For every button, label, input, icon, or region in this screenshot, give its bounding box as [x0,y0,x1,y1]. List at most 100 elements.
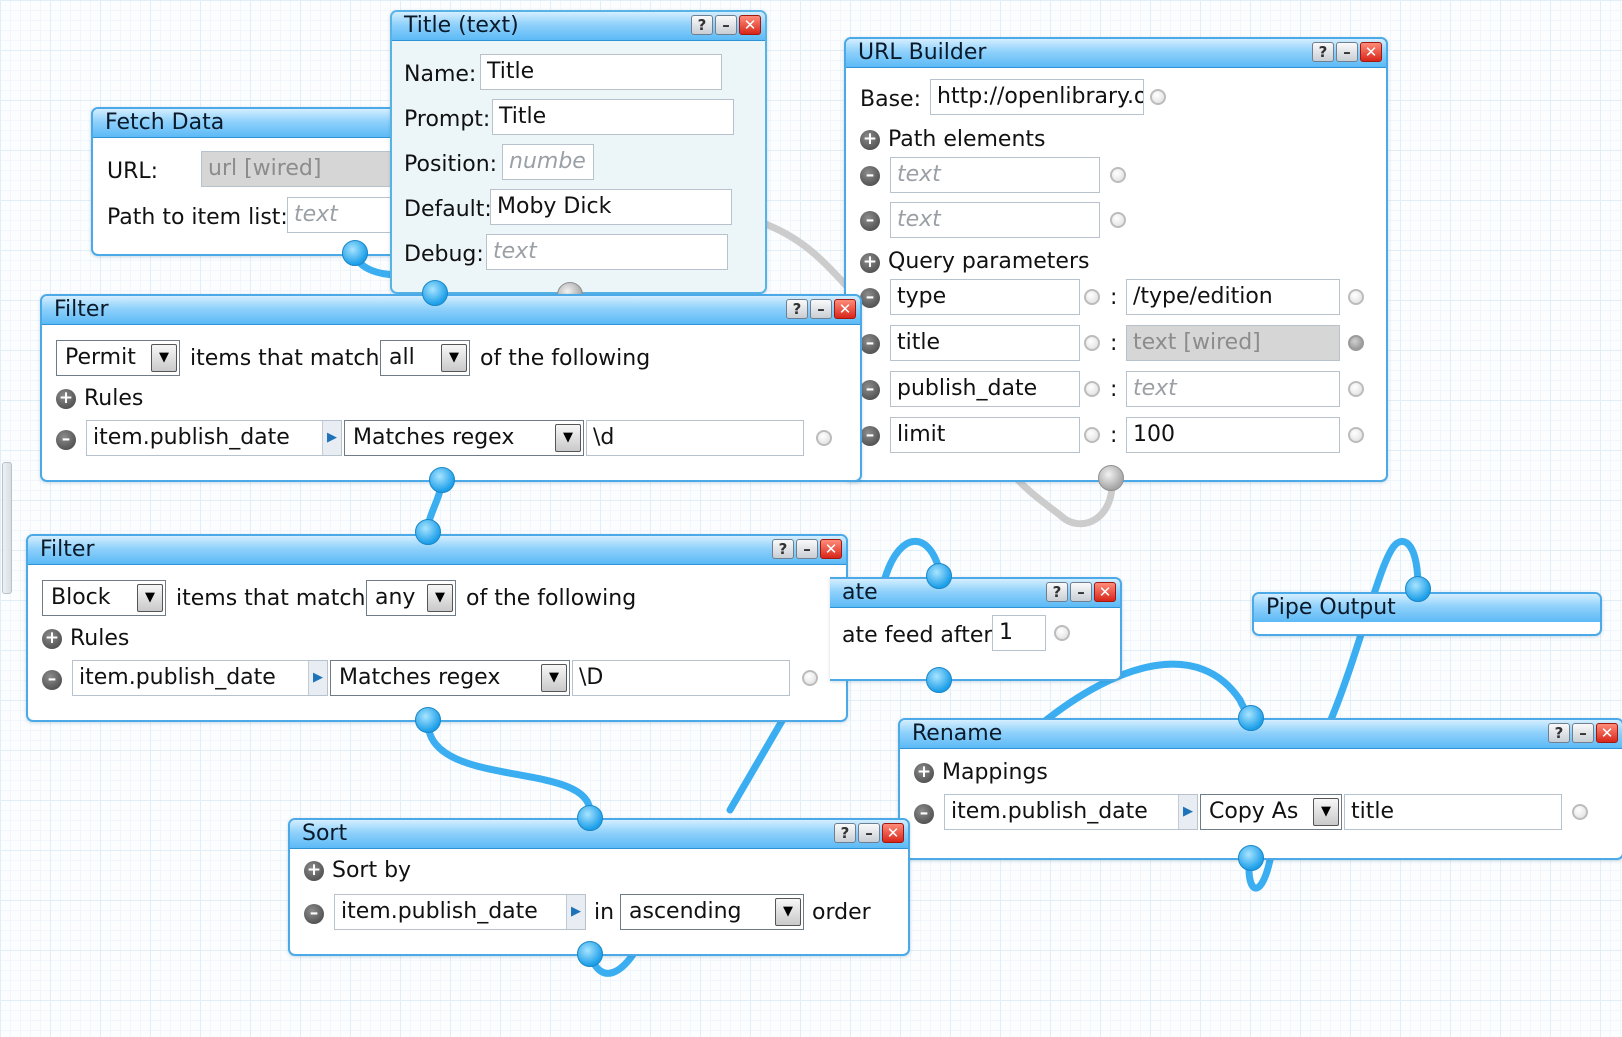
remove-path-element-icon[interactable]: – [860,166,880,186]
truncate-count-input[interactable]: 1 [992,615,1046,651]
path-element-input[interactable]: text [890,157,1100,193]
query-key-terminal[interactable] [1084,335,1100,351]
filter-mode-select[interactable]: Block ▼ [42,580,166,616]
filter-match-select[interactable]: any ▼ [366,580,456,616]
close-icon[interactable]: ✕ [820,539,842,559]
base-terminal[interactable] [1150,89,1166,105]
url-builder-module[interactable]: URL Builder ? – ✕ Base: http://openlibra… [844,37,1388,482]
minimize-icon[interactable]: – [810,299,832,319]
fetch-data-module[interactable]: Fetch Data URL: url [wired] Path to item… [91,107,427,256]
remove-rule-icon[interactable]: – [42,670,62,690]
field-menu-icon[interactable]: ▶ [1178,795,1197,829]
rule-operator-select[interactable]: Matches regex ▼ [330,660,570,696]
truncate-header[interactable]: ate ? – ✕ [830,579,1120,608]
remove-sort-key-icon[interactable]: – [304,904,324,924]
add-rule-icon[interactable]: + [56,389,76,409]
query-key-input[interactable]: publish_date [890,371,1080,407]
rule-value-terminal[interactable] [816,430,832,446]
pipe-output-module[interactable]: Pipe Output [1252,592,1602,636]
help-icon[interactable]: ? [691,15,713,35]
truncate-output-node[interactable] [926,667,952,693]
path-element-terminal[interactable] [1110,212,1126,228]
add-path-element-icon[interactable]: + [860,130,880,150]
sort-field-input[interactable]: item.publish_date ▶ [334,894,586,930]
query-value-terminal[interactable] [1348,289,1364,305]
fetch-data-output-node[interactable] [342,240,368,266]
query-key-input[interactable]: title [890,325,1080,361]
minimize-icon[interactable]: – [796,539,818,559]
filter-permit-module[interactable]: Filter ? – ✕ Permit ▼ items that match a… [40,294,862,482]
title-input-module[interactable]: Title (text) ? – ✕ Name: Title Prompt: T… [390,10,767,294]
debug-input[interactable]: text [486,234,728,270]
prompt-input[interactable]: Title [492,99,734,135]
help-icon[interactable]: ? [1548,723,1570,743]
truncate-module[interactable]: ate ? – ✕ ate feed after 1 [830,577,1122,681]
name-input[interactable]: Title [480,54,722,90]
filter-block-module[interactable]: Filter ? – ✕ Block ▼ items that match an… [26,534,848,722]
default-input[interactable]: Moby Dick [490,189,732,225]
sort-direction-select[interactable]: ascending ▼ [620,894,804,930]
add-query-parameter-icon[interactable]: + [860,253,880,273]
rename-output-node[interactable] [1238,845,1264,871]
rule-operator-select[interactable]: Matches regex ▼ [344,420,584,456]
mapping-field-input[interactable]: item.publish_date ▶ [944,794,1198,830]
close-icon[interactable]: ✕ [739,15,761,35]
minimize-icon[interactable]: – [1336,42,1358,62]
close-icon[interactable]: ✕ [1094,582,1116,602]
fetch-data-header[interactable]: Fetch Data [93,109,423,138]
help-icon[interactable]: ? [1312,42,1334,62]
url-builder-header[interactable]: URL Builder ? – ✕ [846,39,1386,68]
rename-module[interactable]: Rename ? – ✕ + Mappings – item.publish_d… [898,718,1622,860]
rule-value-terminal[interactable] [802,670,818,686]
help-icon[interactable]: ? [772,539,794,559]
path-element-input[interactable]: text [890,202,1100,238]
rule-field-input[interactable]: item.publish_date ▶ [86,420,342,456]
add-mapping-icon[interactable]: + [914,763,934,783]
query-key-terminal[interactable] [1084,381,1100,397]
add-sort-key-icon[interactable]: + [304,861,324,881]
query-value-terminal[interactable] [1348,427,1364,443]
minimize-icon[interactable]: – [858,823,880,843]
close-icon[interactable]: ✕ [1360,42,1382,62]
filter-match-select[interactable]: all ▼ [380,340,470,376]
add-rule-icon[interactable]: + [42,629,62,649]
remove-rule-icon[interactable]: – [56,430,76,450]
mapping-value-input[interactable]: title [1344,794,1562,830]
help-icon[interactable]: ? [1046,582,1068,602]
close-icon[interactable]: ✕ [1596,723,1618,743]
remove-query-parameter-icon[interactable]: – [860,380,880,400]
filter-permit-input-node[interactable] [422,280,448,306]
canvas-edge-handle[interactable] [2,462,12,594]
query-key-terminal[interactable] [1084,427,1100,443]
filter-block-output-node[interactable] [415,707,441,733]
truncate-count-terminal[interactable] [1054,625,1070,641]
sort-output-node[interactable] [577,941,603,967]
pipe-output-input-node[interactable] [1405,576,1431,602]
help-icon[interactable]: ? [834,823,856,843]
remove-query-parameter-icon[interactable]: – [860,426,880,446]
field-menu-icon[interactable]: ▶ [566,895,585,929]
query-key-input[interactable]: limit [890,417,1080,453]
sort-input-node[interactable] [577,805,603,831]
position-input[interactable]: numbe [502,144,594,180]
sort-module[interactable]: Sort ? – ✕ + Sort by – item.publish_date… [288,818,910,956]
mapping-value-terminal[interactable] [1572,804,1588,820]
base-input[interactable]: http://openlibrary.or [930,79,1144,115]
remove-query-parameter-icon[interactable]: – [860,288,880,308]
minimize-icon[interactable]: – [1070,582,1092,602]
field-menu-icon[interactable]: ▶ [308,661,327,695]
close-icon[interactable]: ✕ [834,299,856,319]
field-menu-icon[interactable]: ▶ [322,421,341,455]
remove-query-parameter-icon[interactable]: – [860,334,880,354]
remove-path-element-icon[interactable]: – [860,211,880,231]
help-icon[interactable]: ? [786,299,808,319]
query-value-terminal-wired[interactable] [1348,335,1364,351]
rename-input-node[interactable] [1238,705,1264,731]
truncate-input-node[interactable] [926,563,952,589]
query-value-input[interactable]: /type/edition [1126,279,1340,315]
minimize-icon[interactable]: – [715,15,737,35]
title-input-header[interactable]: Title (text) ? – ✕ [392,12,765,41]
remove-mapping-icon[interactable]: – [914,804,934,824]
query-key-terminal[interactable] [1084,289,1100,305]
query-value-input[interactable]: text [1126,371,1340,407]
